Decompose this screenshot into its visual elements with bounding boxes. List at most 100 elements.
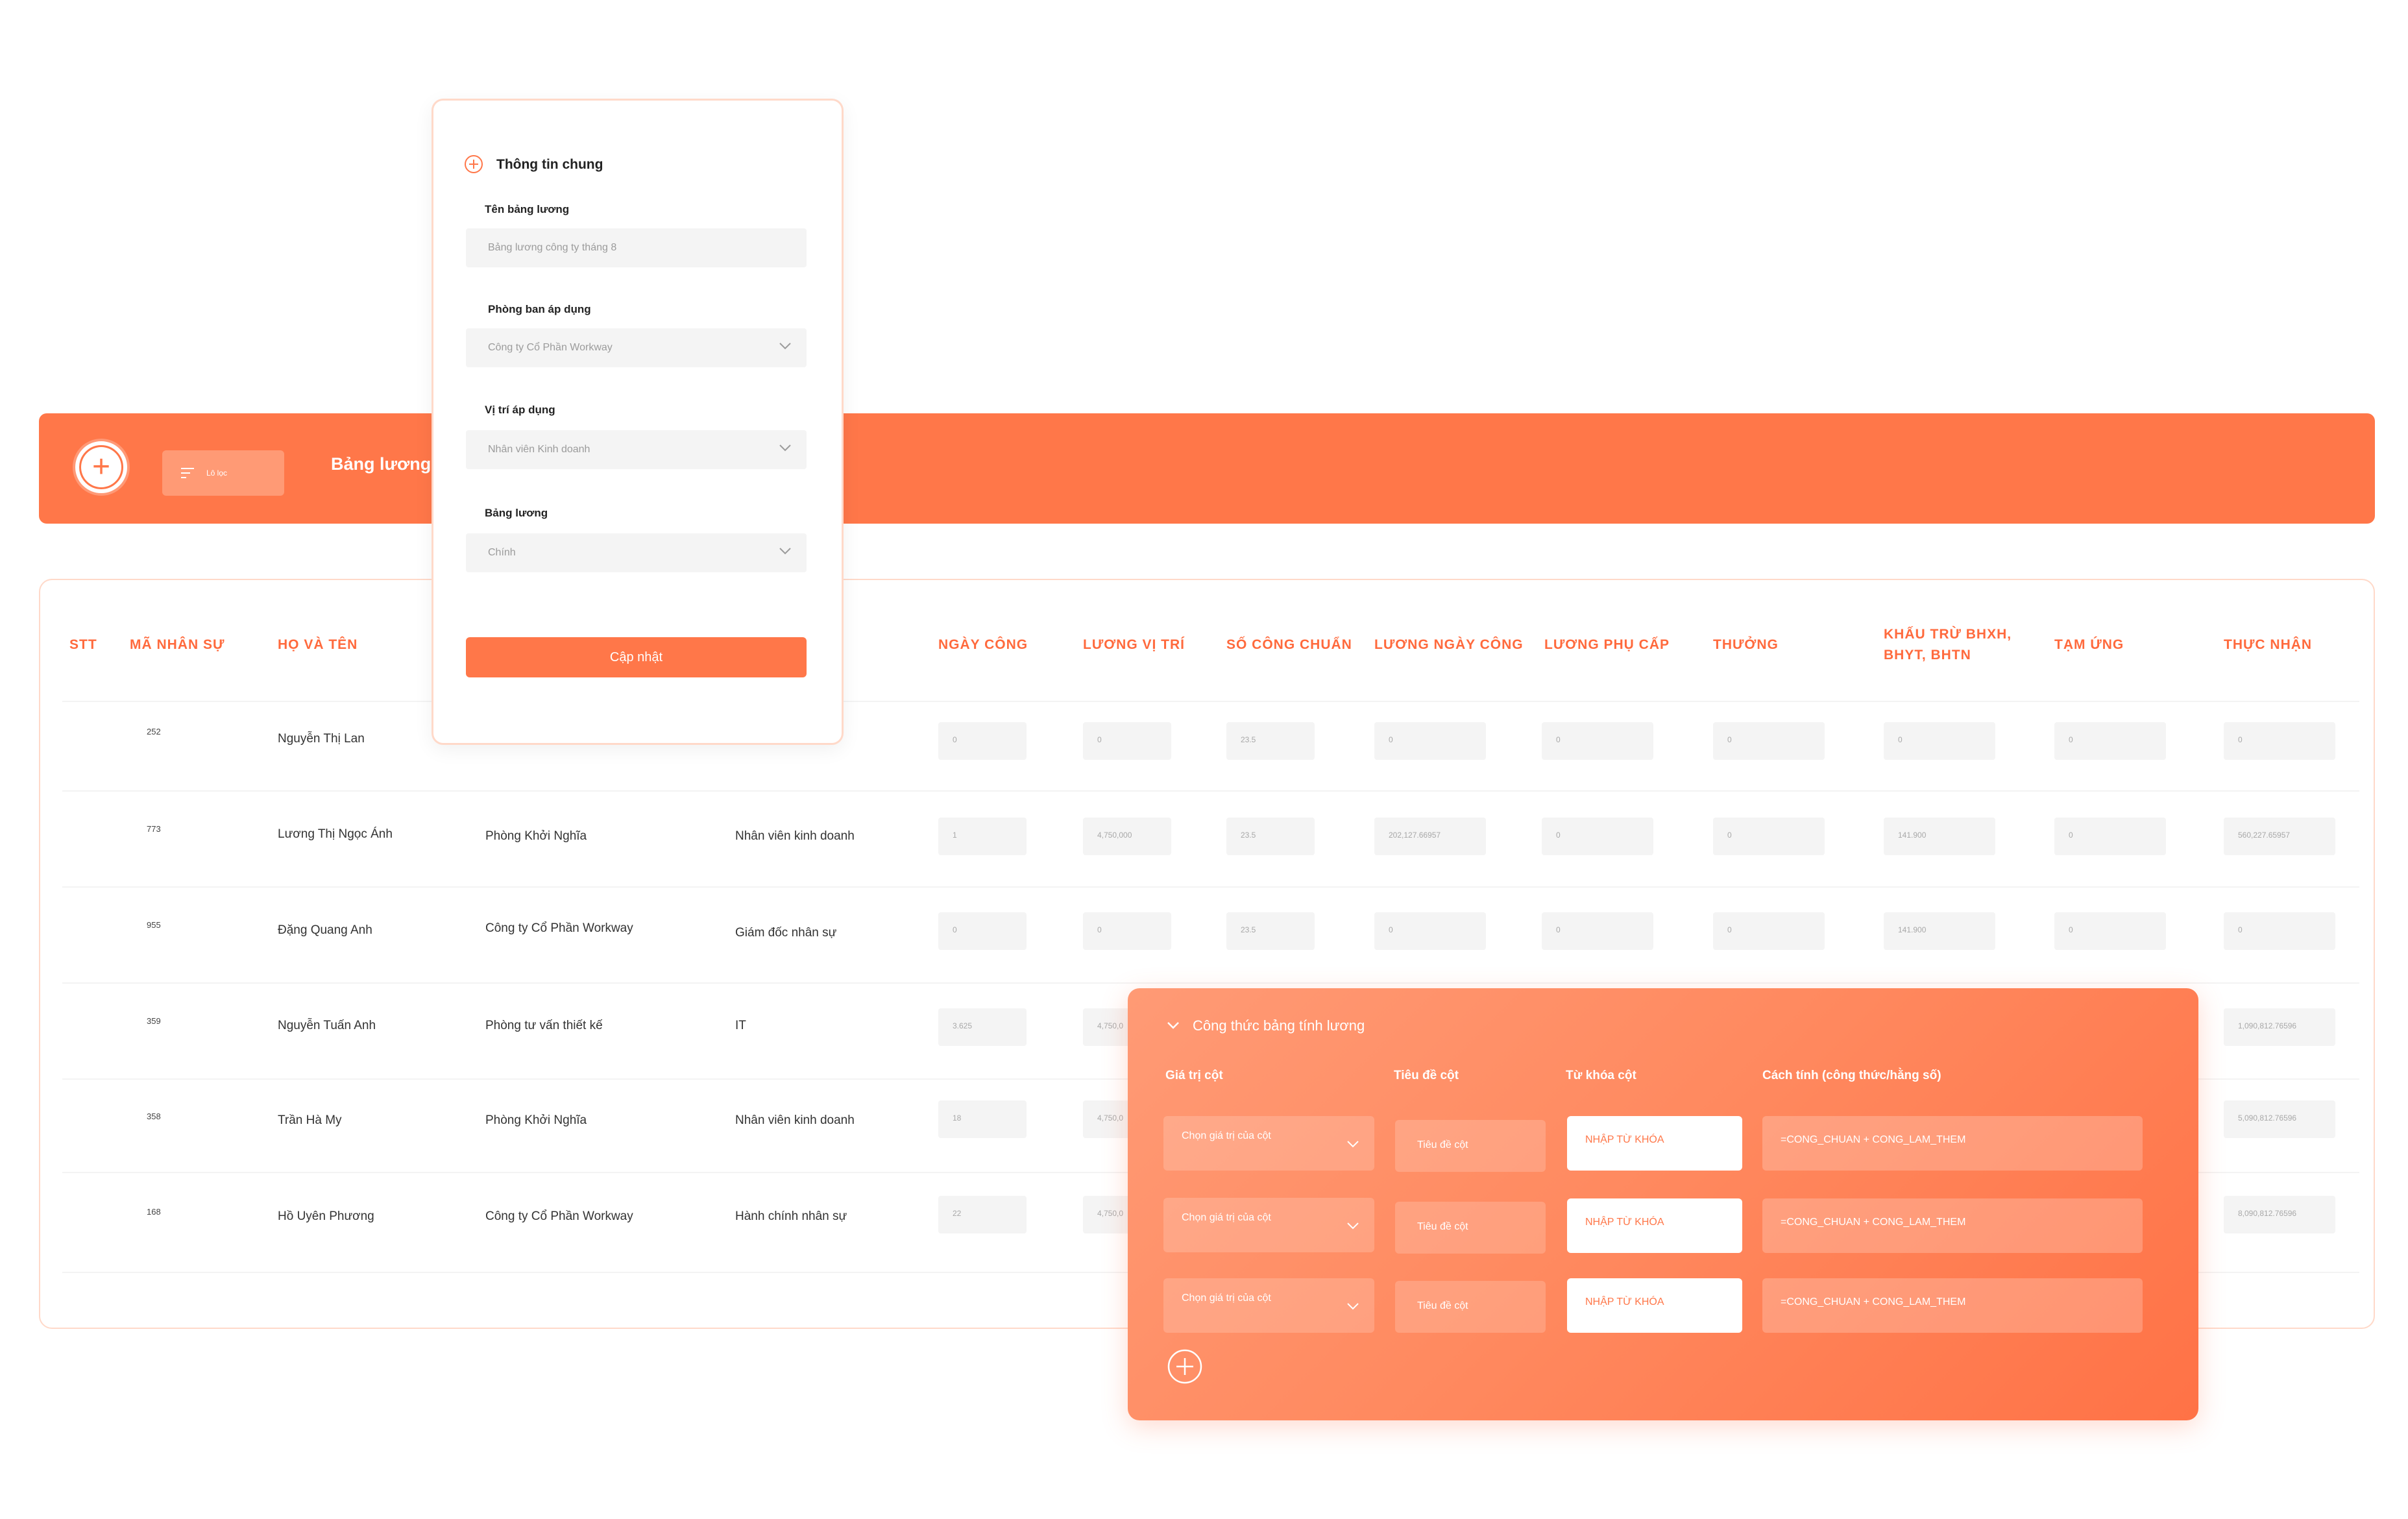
column-title-input[interactable]: Tiêu đề cột [1395,1281,1546,1333]
employee-id: 358 [147,1112,161,1121]
employee-dept: Công ty Cổ Phần Workway [485,921,633,935]
col-title-label: Tiêu đề cột [1394,1069,1459,1082]
position-label: Vị trí áp dụng [485,404,555,416]
bonus-field[interactable]: 0 [1713,912,1825,950]
bonus-field[interactable]: 0 [1713,722,1825,760]
formula-input[interactable]: =CONG_CHUAN + CONG_LAM_THEM [1762,1278,2143,1333]
update-button[interactable]: Cập nhật [466,637,807,677]
net-field[interactable]: 8,090,812.76596 [2224,1196,2335,1233]
daily-salary-field[interactable]: 0 [1374,722,1486,760]
column-value-select[interactable]: Chọn giá trị của cột [1163,1278,1374,1333]
net-field[interactable]: 1,090,812.76596 [2224,1008,2335,1046]
bonus-field[interactable]: 0 [1713,818,1825,855]
standard-days-field[interactable]: 23.5 [1226,912,1315,950]
form-section-title: Thông tin chung [496,157,603,172]
payroll-type-select[interactable]: Chính [466,533,807,572]
employee-id: 252 [147,727,161,736]
employee-position: Nhân viên kinh doanh [735,1113,855,1127]
add-payroll-button[interactable]: + [75,441,127,493]
deductions-field[interactable]: 141.900 [1884,818,1995,855]
filter-button[interactable]: Lô lọc [162,450,284,496]
column-title-input[interactable]: Tiêu đề cột [1395,1120,1546,1172]
column-key-input[interactable]: NHẬP TỪ KHÓA [1567,1278,1742,1333]
table-row[interactable] [62,792,2359,886]
chevron-down-icon [1347,1222,1359,1230]
deductions-field[interactable]: 0 [1884,722,1995,760]
advance-field[interactable]: 0 [2054,818,2166,855]
work-days-field[interactable]: 0 [938,722,1027,760]
page-title: Bảng lương [331,454,432,474]
th-deductions: KHẤU TRỪ BHXH, BHYT, BHTN [1884,627,2012,662]
employee-position: Nhân viên kinh doanh [735,829,855,843]
employee-name: Nguyễn Tuấn Anh [278,1019,376,1032]
employee-id: 359 [147,1016,161,1026]
daily-salary-field[interactable]: 0 [1374,912,1486,950]
net-field[interactable]: 0 [2224,722,2335,760]
th-net: THỰC NHẬN [2224,637,2313,652]
work-days-field[interactable]: 3.625 [938,1008,1027,1046]
employee-name: Lương Thị Ngọc Ánh [278,827,393,841]
dept-label: Phòng ban áp dụng [488,303,591,315]
deductions-field[interactable]: 141.900 [1884,912,1995,950]
chevron-down-icon [779,444,791,452]
formula-input[interactable]: =CONG_CHUAN + CONG_LAM_THEM [1762,1198,2143,1253]
payroll-name-input[interactable]: Bảng lương công ty tháng 8 [466,228,807,267]
position-salary-field[interactable]: 4,750,000 [1083,818,1171,855]
net-field[interactable]: 0 [2224,912,2335,950]
net-field[interactable]: 560,227.65957 [2224,818,2335,855]
employee-position: IT [735,1019,746,1032]
work-days-field[interactable]: 0 [938,912,1027,950]
th-position-salary: LƯƠNG VỊ TRÍ [1083,637,1186,652]
advance-field[interactable]: 0 [2054,912,2166,950]
th-daily-salary: LƯƠNG NGÀY CÔNG [1374,637,1524,652]
col-key-label: Từ khóa cột [1566,1069,1636,1082]
filter-label: Lô lọc [206,468,228,478]
employee-position: Giám đốc nhân sự [735,926,837,940]
allowance-field[interactable]: 0 [1542,912,1653,950]
column-key-input[interactable]: NHẬP TỪ KHÓA [1567,1198,1742,1253]
table-row[interactable] [62,702,2359,790]
column-title-input[interactable]: Tiêu đề cột [1395,1202,1546,1254]
th-stt: STT [69,637,97,652]
employee-name: Hồ Uyên Phương [278,1209,374,1223]
table-row[interactable] [62,888,2359,982]
add-formula-row-icon[interactable] [1167,1348,1203,1385]
work-days-field[interactable]: 1 [938,818,1027,855]
chevron-down-icon [779,548,791,555]
column-value-select[interactable]: Chọn giá trị của cột [1163,1198,1374,1252]
daily-salary-field[interactable]: 202,127.66957 [1374,818,1486,855]
advance-field[interactable]: 0 [2054,722,2166,760]
employee-dept: Phòng Khởi Nghĩa [485,1113,587,1127]
th-advance: TẠM ỨNG [2054,637,2124,652]
net-field[interactable]: 5,090,812.76596 [2224,1100,2335,1138]
chevron-down-icon [1347,1303,1359,1310]
column-value-select[interactable]: Chọn giá trị của cột [1163,1116,1374,1171]
plus-circle-icon[interactable] [463,154,484,175]
plus-icon: + [81,447,121,487]
filter-lines-icon [181,468,194,478]
th-work-days: NGÀY CÔNG [938,637,1028,652]
employee-dept: Phòng tư vấn thiết kế [485,1019,603,1032]
standard-days-field[interactable]: 23.5 [1226,818,1315,855]
employee-name: Nguyễn Thị Lan [278,732,365,746]
formula-title: Công thức bảng tính lương [1193,1017,1365,1034]
employee-name: Trần Hà My [278,1113,342,1127]
column-key-input[interactable]: NHẬP TỪ KHÓA [1567,1116,1742,1171]
employee-id: 955 [147,920,161,930]
position-select[interactable]: Nhân viên Kinh doanh [466,430,807,469]
th-standard-days: SỐ CÔNG CHUẨN [1226,637,1352,652]
standard-days-field[interactable]: 23.5 [1226,722,1315,760]
name-label: Tên bảng lương [485,203,570,215]
dept-select[interactable]: Công ty Cổ Phần Workway [466,328,807,367]
position-salary-field[interactable]: 0 [1083,722,1171,760]
col-formula-label: Cách tính (công thức/hằng số) [1762,1069,1941,1082]
chevron-down-icon[interactable] [1165,1020,1181,1030]
work-days-field[interactable]: 18 [938,1100,1027,1138]
allowance-field[interactable]: 0 [1542,818,1653,855]
employee-position: Hành chính nhân sự [735,1209,847,1223]
position-salary-field[interactable]: 0 [1083,912,1171,950]
allowance-field[interactable]: 0 [1542,722,1653,760]
formula-input[interactable]: =CONG_CHUAN + CONG_LAM_THEM [1762,1116,2143,1171]
employee-dept: Công ty Cổ Phần Workway [485,1209,633,1223]
work-days-field[interactable]: 22 [938,1196,1027,1233]
